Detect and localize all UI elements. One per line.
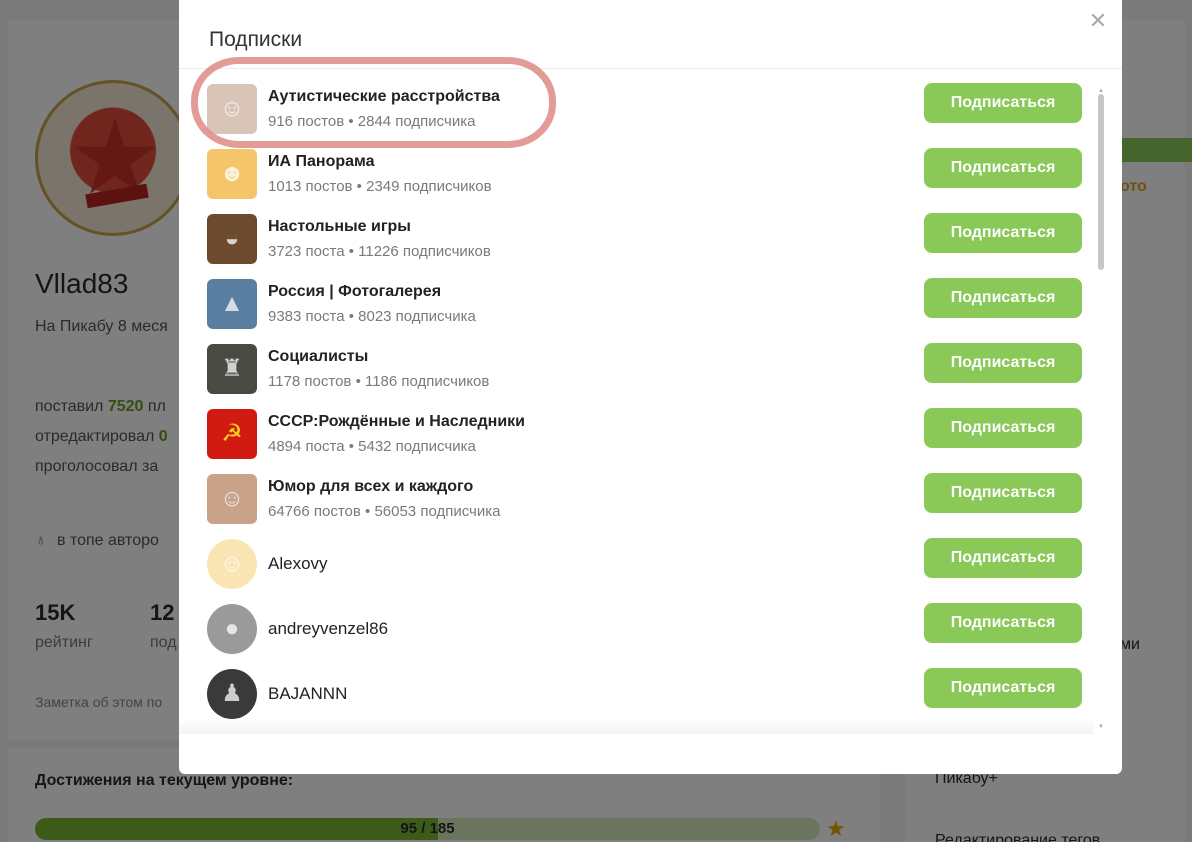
subscribe-button[interactable]: Подписаться — [924, 473, 1082, 513]
subscription-avatar[interactable]: ♟ — [207, 669, 257, 719]
subscription-name[interactable]: СССР:Рождённые и Наследники — [268, 413, 525, 431]
subscription-row: ▲ Россия | Фотогалерея 9383 поста • 8023 п… — [179, 278, 1094, 344]
close-icon[interactable]: ✕ — [1087, 10, 1109, 32]
subscription-name[interactable]: ИА Панорама — [268, 153, 375, 171]
subscription-row: ☺ Alexovy Подписаться — [179, 538, 1094, 604]
cartoon-faces-icon: ☻ — [219, 160, 245, 187]
subscription-row: ☻ ИА Панорама 1013 постов • 2349 подписчик… — [179, 148, 1094, 214]
subscription-avatar[interactable]: ☺ — [207, 539, 257, 589]
subscribe-button[interactable]: Подписаться — [924, 668, 1082, 708]
subscription-avatar[interactable]: ♜ — [207, 344, 257, 394]
person-photo-icon: ● — [224, 615, 240, 642]
subscription-meta: 64766 постов • 56053 подписчика — [268, 503, 501, 520]
subscription-avatar[interactable]: ☺ — [207, 474, 257, 524]
subscription-name[interactable]: Юмор для всех и каждого — [268, 478, 473, 496]
subscription-row: ☭ СССР:Рождённые и Наследники 4894 поста •… — [179, 408, 1094, 474]
subscription-row: ♜ Социалисты 1178 постов • 1186 подписчико… — [179, 343, 1094, 409]
subscriptions-list: ☺ Аутистические расстройства 916 постов • … — [179, 70, 1094, 730]
subscribe-button[interactable]: Подписаться — [924, 213, 1082, 253]
subscription-name[interactable]: Россия | Фотогалерея — [268, 283, 441, 301]
subscription-meta: 916 постов • 2844 подписчика — [268, 113, 476, 130]
baby-photo-icon: ☺ — [219, 95, 245, 122]
modal-divider — [179, 68, 1122, 69]
subscription-avatar[interactable]: ☻ — [207, 149, 257, 199]
subscription-name[interactable]: Alexovy — [268, 554, 328, 574]
subscribe-button[interactable]: Подписаться — [924, 343, 1082, 383]
scroll-down-icon[interactable]: ▼ — [1097, 724, 1105, 730]
modal-title: Подписки — [209, 28, 303, 51]
subscribe-button[interactable]: Подписаться — [924, 278, 1082, 318]
subscription-meta: 9383 поста • 8023 подписчика — [268, 308, 476, 325]
hammer-sickle-icon: ☭ — [221, 420, 243, 447]
subscription-avatar[interactable]: ☭ — [207, 409, 257, 459]
subscription-meta: 4894 поста • 5432 подписчика — [268, 438, 476, 455]
subscription-meta: 3723 поста • 11226 подписчиков — [268, 243, 491, 260]
subscribe-button[interactable]: Подписаться — [924, 538, 1082, 578]
food-photo-icon: ◒ — [224, 225, 240, 252]
subscribe-button[interactable]: Подписаться — [924, 603, 1082, 643]
person-photo-bw-icon: ♟ — [221, 680, 243, 707]
subscription-name[interactable]: BAJANNN — [268, 684, 347, 704]
subscription-row: ◒ Настольные игры 3723 поста • 11226 подпи… — [179, 213, 1094, 279]
subscribe-button[interactable]: Подписаться — [924, 83, 1082, 123]
man-photo-icon: ☺ — [219, 485, 245, 512]
statue-photo-icon: ♜ — [221, 355, 243, 382]
subscription-row: ☺ Юмор для всех и каждого 64766 постов • 5… — [179, 473, 1094, 539]
subscription-avatar[interactable]: ▲ — [207, 279, 257, 329]
subscription-meta: 1178 постов • 1186 подписчиков — [268, 373, 490, 390]
chef-cartoon-icon: ☺ — [219, 550, 245, 577]
subscription-avatar[interactable]: ◒ — [207, 214, 257, 264]
subscription-avatar[interactable]: ● — [207, 604, 257, 654]
subscriptions-modal: Подписки ✕ ☺ Аутистические расстройства 91… — [179, 0, 1122, 774]
subscription-name[interactable]: Настольные игры — [268, 218, 411, 236]
subscribe-button[interactable]: Подписаться — [924, 408, 1082, 448]
subscription-meta: 1013 постов • 2349 подписчиков — [268, 178, 492, 195]
subscription-name[interactable]: Социалисты — [268, 348, 368, 366]
subscription-row: ● andreyvenzel86 Подписаться — [179, 603, 1094, 669]
scroll-thumb[interactable] — [1098, 94, 1104, 270]
subscribe-button[interactable]: Подписаться — [924, 148, 1082, 188]
subscription-avatar[interactable]: ☺ — [207, 84, 257, 134]
list-scrollbar[interactable]: ▲ ▼ — [1097, 88, 1105, 734]
subscription-name[interactable]: andreyvenzel86 — [268, 619, 388, 639]
subscription-row: ☺ Аутистические расстройства 916 постов • … — [179, 83, 1094, 149]
subscription-name[interactable]: Аутистические расстройства — [268, 88, 500, 106]
landscape-photo-icon: ▲ — [220, 290, 244, 317]
